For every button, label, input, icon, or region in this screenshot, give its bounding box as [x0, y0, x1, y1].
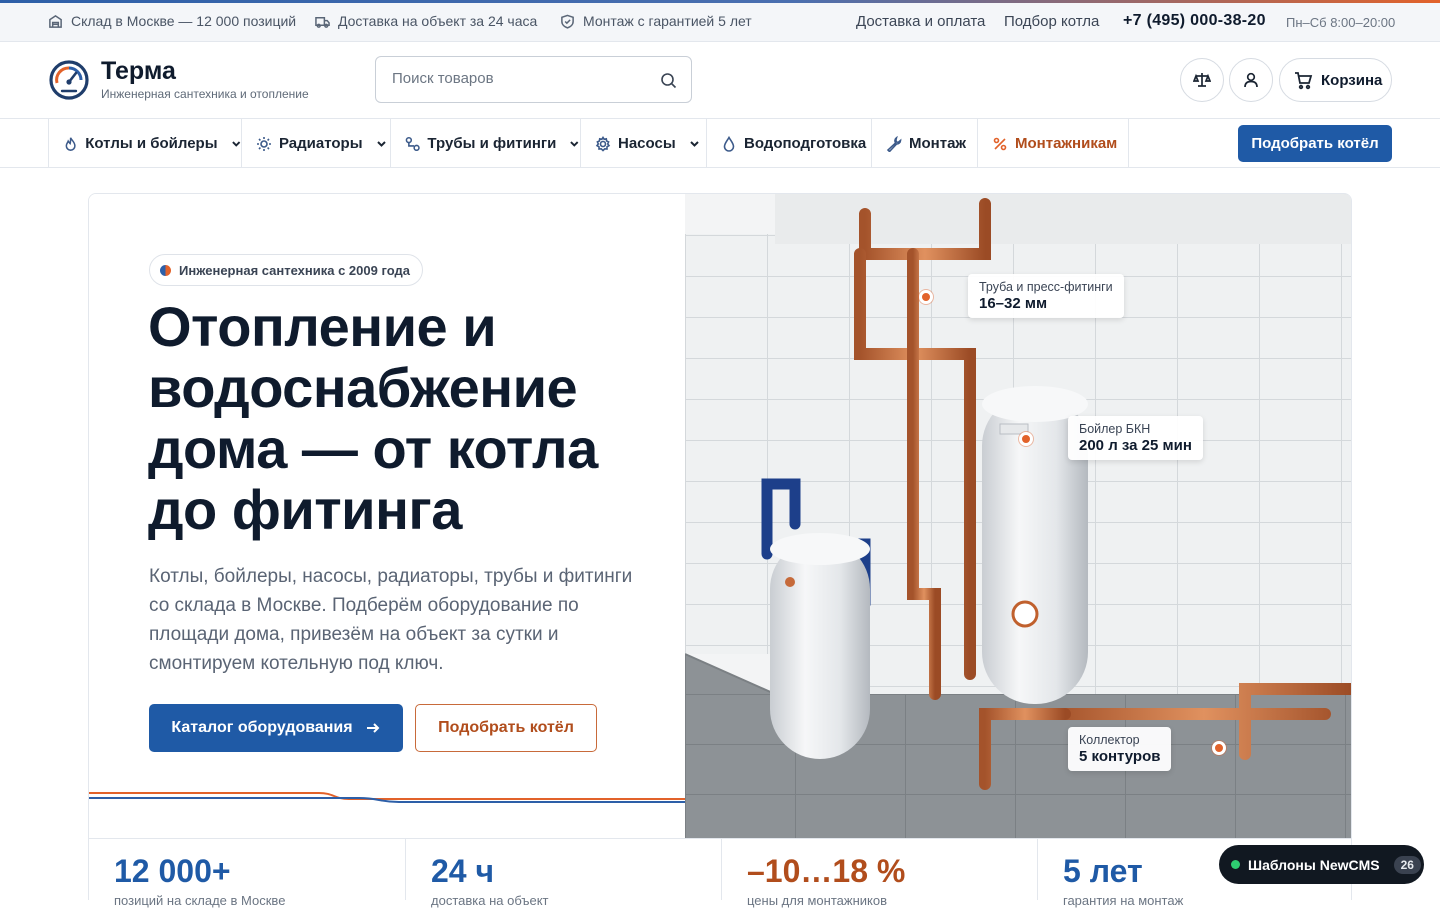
hero-lead: Котлы, бойлеры, насосы, радиаторы, трубы… — [149, 566, 633, 674]
callout-collector: Коллектор 5 контуров — [1068, 727, 1172, 771]
stat-value: –10…18 % — [747, 853, 906, 889]
since-badge: Инженерная сантехника с 2009 года — [149, 254, 423, 286]
chevron-down-icon — [689, 141, 699, 147]
main-navigation: Котлы и бойлеры Радиаторы Трубы и фитинг… — [0, 119, 1440, 168]
stat-label: доставка на объект — [431, 893, 549, 908]
warranty-text: Монтаж с гарантией 5 лет — [583, 13, 752, 29]
percent-icon — [993, 137, 1007, 150]
arrow-right-icon — [366, 723, 380, 733]
nav-label: Радиаторы — [279, 135, 363, 152]
sun-icon — [257, 136, 271, 151]
nav-item-radiators[interactable]: Радиаторы — [242, 119, 391, 168]
boiler-selection-link[interactable]: Подбор котла — [1004, 13, 1099, 30]
search-box[interactable] — [375, 56, 692, 103]
stat-label: гарантия на монтаж — [1063, 893, 1184, 908]
chevron-down-icon — [570, 141, 579, 147]
callout-boiler: Бойлер БКН 200 л за 25 мин — [1068, 416, 1203, 460]
stat-label: позиций на складе в Москве — [114, 893, 286, 908]
nav-label: Насосы — [618, 135, 676, 152]
gauge-logo-icon[interactable] — [48, 59, 90, 101]
hero-select-boiler-button[interactable]: Подобрать котёл — [415, 704, 597, 752]
stat-label: цены для монтажников — [747, 893, 887, 908]
shield-icon — [561, 14, 574, 29]
nav-item-pipes[interactable]: Трубы и фитинги — [391, 119, 581, 168]
compare-button[interactable] — [1180, 58, 1224, 102]
pipe-icon — [405, 136, 420, 151]
catalog-button[interactable]: Каталог оборудования — [149, 704, 403, 752]
wrench-icon — [886, 135, 902, 152]
stat-value: 5 лет — [1063, 853, 1143, 889]
user-icon — [1244, 72, 1258, 88]
callout-pipes-value: 16–32 мм — [979, 295, 1048, 312]
site-header: Терма Инженерная сантехника и отопление … — [0, 42, 1440, 119]
gear-icon — [595, 135, 611, 152]
badge-text: Инженерная сантехника с 2009 года — [179, 262, 410, 278]
stat-value: 12 000+ — [114, 853, 231, 889]
callout-collector-value: 5 контуров — [1079, 748, 1161, 765]
working-hours: Пн–Сб 8:00–20:00 — [1286, 15, 1396, 30]
pipe-marker[interactable] — [919, 290, 933, 304]
callout-boiler-label: Бойлер БКН — [1079, 422, 1151, 436]
toast-label: Шаблоны NewCMS — [1248, 856, 1380, 873]
boiler-marker[interactable] — [1019, 432, 1033, 446]
hero-section: Инженерная сантехника с 2009 года Отопле… — [88, 193, 1352, 839]
decorative-pipe-lines — [89, 792, 685, 803]
warranty-info: Монтаж с гарантией 5 лет — [560, 13, 752, 29]
nav-label: Монтаж — [909, 135, 967, 152]
flame-icon — [65, 136, 76, 151]
catalog-button-label: Каталог оборудования — [171, 719, 353, 736]
drop-icon — [723, 135, 735, 152]
callout-collector-label: Коллектор — [1079, 733, 1140, 747]
delivery-info: Доставка на объект за 24 часа — [315, 13, 537, 29]
nav-label: Котлы и бойлеры — [85, 135, 218, 152]
stat-item: 12 000+ позиций на складе в Москве — [89, 839, 406, 908]
warehouse-icon — [49, 14, 62, 28]
hero-title: Отопление и водоснабжение дома — от котл… — [148, 295, 598, 541]
collector-marker[interactable] — [1212, 741, 1226, 755]
account-button[interactable] — [1229, 58, 1273, 102]
warehouse-info: Склад в Москве — 12 000 позиций — [48, 13, 296, 29]
nav-item-water-treatment[interactable]: Водоподготовка — [707, 119, 872, 168]
phone-number[interactable]: +7 (495) 000-38-20 — [1123, 12, 1266, 30]
brand-tagline: Инженерная сантехника и отопление — [101, 87, 309, 101]
callout-boiler-value: 200 л за 25 мин — [1079, 437, 1192, 454]
callout-pipes-label: Труба и пресс-фитинги — [979, 280, 1113, 294]
cart-button[interactable]: Корзина — [1279, 58, 1392, 102]
nav-item-pumps[interactable]: Насосы — [581, 119, 707, 168]
delivery-text: Доставка на объект за 24 часа — [338, 13, 538, 29]
stat-item: –10…18 % цены для монтажников — [722, 839, 1038, 908]
chevron-down-icon — [231, 141, 240, 147]
cart-label: Корзина — [1321, 71, 1383, 89]
brand-name[interactable]: Терма — [101, 57, 176, 86]
nav-label: Трубы и фитинги — [427, 135, 557, 152]
templates-toast[interactable]: Шаблоны NewCMS 26 — [1219, 845, 1424, 884]
truck-icon — [315, 16, 330, 28]
select-boiler-button[interactable]: Подобрать котёл — [1238, 125, 1392, 162]
hero-text-panel: Инженерная сантехника с 2009 года Отопле… — [89, 194, 685, 838]
delivery-payment-link[interactable]: Доставка и оплата — [856, 13, 985, 30]
nav-label: Водоподготовка — [744, 135, 867, 152]
scales-icon — [1193, 73, 1211, 87]
stat-item: 24 ч доставка на объект — [406, 839, 722, 908]
toast-count: 26 — [1393, 855, 1421, 874]
nav-label: Монтажникам — [1015, 135, 1118, 152]
boiler-room-image: Труба и пресс-фитинги 16–32 мм Бойлер БК… — [685, 194, 1351, 838]
stat-value: 24 ч — [431, 853, 495, 889]
search-input[interactable] — [392, 70, 642, 87]
nav-item-boilers[interactable]: Котлы и бойлеры — [48, 119, 242, 168]
chevron-down-icon — [376, 141, 386, 147]
warehouse-text: Склад в Москве — 12 000 позиций — [71, 13, 297, 29]
nav-item-installers[interactable]: Монтажникам — [978, 119, 1129, 168]
top-bar: Склад в Москве — 12 000 позиций Доставка… — [0, 3, 1440, 42]
stats-bar: 12 000+ позиций на складе в Москве 24 ч … — [88, 839, 1352, 908]
online-dot-icon — [1231, 860, 1240, 869]
cart-icon — [1295, 71, 1313, 89]
callout-pipes: Труба и пресс-фитинги 16–32 мм — [968, 274, 1124, 318]
nav-item-installation[interactable]: Монтаж — [872, 119, 978, 168]
search-icon[interactable] — [660, 72, 677, 89]
badge-dot-icon — [160, 264, 171, 276]
